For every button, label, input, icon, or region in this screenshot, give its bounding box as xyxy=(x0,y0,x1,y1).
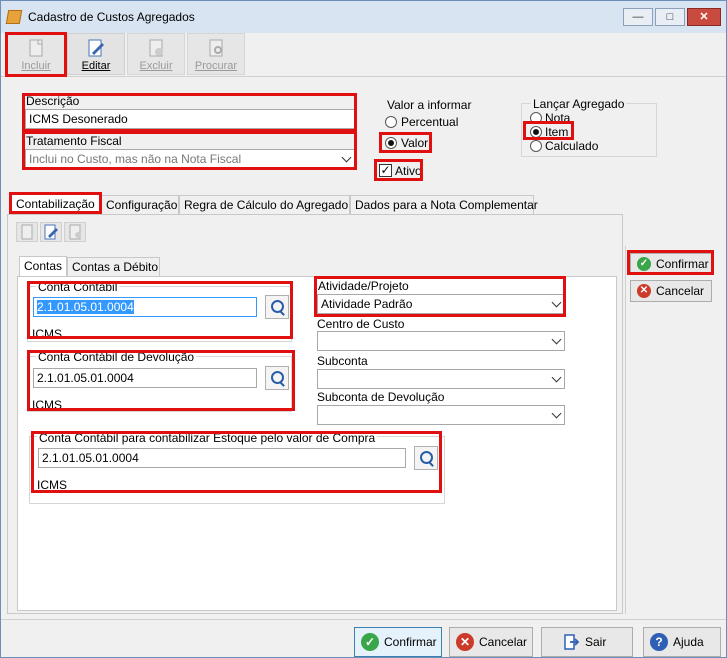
tab-configuracao[interactable]: Configuração xyxy=(101,195,179,215)
delete-icon xyxy=(69,224,81,240)
dialog-window: Cadastro de Custos Agregados — □ ✕ Inclu… xyxy=(0,0,727,658)
highlight-conta-estoque xyxy=(31,431,442,493)
highlight-side-confirmar xyxy=(627,250,714,275)
cancel-icon: ✕ xyxy=(456,633,474,651)
excluir-button[interactable]: Excluir xyxy=(127,33,185,75)
highlight-descricao xyxy=(22,93,357,132)
exit-door-icon xyxy=(564,634,580,650)
close-button[interactable]: ✕ xyxy=(687,8,721,26)
chevron-down-icon xyxy=(551,408,562,419)
excluir-label: Excluir xyxy=(139,60,173,72)
footer-sair-button[interactable]: Sair xyxy=(541,627,633,657)
editar-label: Editar xyxy=(81,60,111,72)
highlight-tab-contabilizacao xyxy=(9,192,102,214)
footer-cancelar-button[interactable]: ✕ Cancelar xyxy=(449,627,533,657)
highlight-incluir xyxy=(5,32,67,77)
mini-delete-button[interactable] xyxy=(64,222,86,242)
centro-custo-label: Centro de Custo xyxy=(317,317,405,331)
footer-cancelar-label: Cancelar xyxy=(479,635,528,649)
tab-contas[interactable]: Contas xyxy=(19,256,67,276)
highlight-atividade xyxy=(314,276,566,317)
edit-icon xyxy=(88,39,104,57)
footer-ajuda-label: Ajuda xyxy=(673,635,704,649)
footer-divider xyxy=(1,619,726,620)
maximize-button[interactable]: □ xyxy=(655,8,685,26)
footer-confirmar-label: Confirmar xyxy=(384,635,437,649)
delete-icon xyxy=(149,39,163,57)
chevron-down-icon xyxy=(551,372,562,383)
subconta-select[interactable] xyxy=(317,369,565,389)
highlight-valor xyxy=(379,132,432,153)
check-icon: ✓ xyxy=(361,633,379,651)
tab-regra-calculo[interactable]: Regra de Cálculo do Agregado xyxy=(179,195,350,215)
new-document-icon xyxy=(21,224,33,240)
highlight-conta-devolucao xyxy=(27,350,295,411)
subconta-devolucao-select[interactable] xyxy=(317,405,565,425)
app-icon xyxy=(5,10,23,24)
title-bar: Cadastro de Custos Agregados — □ ✕ xyxy=(1,1,726,33)
highlight-tratamento xyxy=(22,131,357,170)
highlight-item xyxy=(523,121,574,140)
mini-new-button[interactable] xyxy=(16,222,38,242)
help-icon: ? xyxy=(650,633,668,651)
subconta-devolucao-label: Subconta de Devolução xyxy=(317,390,445,404)
calculado-label: Calculado xyxy=(545,139,599,153)
subconta-label: Subconta xyxy=(317,354,368,368)
tab-contas-debito[interactable]: Contas a Débito xyxy=(67,257,160,277)
footer-ajuda-button[interactable]: ? Ajuda xyxy=(643,627,721,657)
side-cancelar-label: Cancelar xyxy=(656,284,705,298)
footer-sair-label: Sair xyxy=(585,635,607,649)
percentual-radio[interactable] xyxy=(385,116,397,128)
centro-custo-select[interactable] xyxy=(317,331,565,351)
procurar-label: Procurar xyxy=(194,60,238,72)
percentual-label: Percentual xyxy=(401,115,459,129)
lancar-label: Lançar Agregado xyxy=(531,97,627,111)
calculado-radio[interactable] xyxy=(530,140,542,152)
cancel-icon: ✕ xyxy=(637,284,651,298)
editar-button[interactable]: Editar xyxy=(67,33,125,75)
minimize-button[interactable]: — xyxy=(623,8,653,26)
mini-edit-button[interactable] xyxy=(40,222,62,242)
window-title: Cadastro de Custos Agregados xyxy=(28,10,195,24)
footer-confirmar-button[interactable]: ✓ Confirmar xyxy=(354,627,442,657)
highlight-conta-contabil xyxy=(27,281,293,339)
highlight-ativo xyxy=(374,159,423,181)
side-cancelar-button[interactable]: ✕ Cancelar xyxy=(630,280,712,302)
tab-dados-nota[interactable]: Dados para a Nota Complementar xyxy=(350,195,538,215)
edit-icon xyxy=(44,224,58,240)
chevron-down-icon xyxy=(551,334,562,345)
toolbar: Incluir Editar Excluir Procurar xyxy=(1,33,726,77)
valor-informar-label: Valor a informar xyxy=(387,98,472,112)
procurar-button[interactable]: Procurar xyxy=(187,33,245,75)
search-document-icon xyxy=(209,39,223,57)
